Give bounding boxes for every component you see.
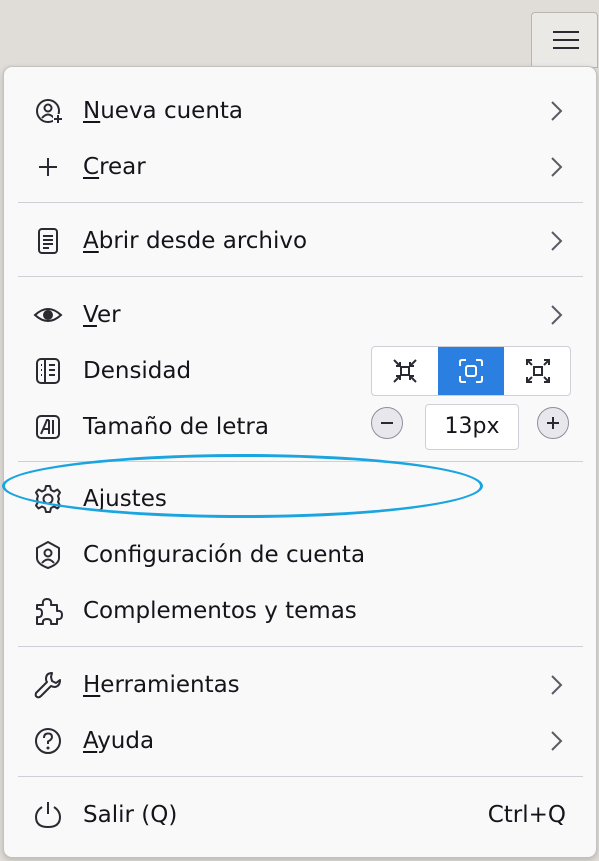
accesskey-char: A — [83, 728, 98, 754]
label-text: yuda — [97, 728, 155, 754]
power-icon — [34, 802, 62, 829]
chevron-right-icon — [551, 731, 563, 751]
menu-item-account-settings[interactable]: Configuración de cuenta — [4, 527, 596, 583]
accesskey-char: N — [83, 98, 101, 124]
accesskey-char: H — [83, 672, 101, 698]
menu-item-new-account[interactable]: Nueva cuenta — [4, 83, 596, 139]
label-text: rear — [99, 154, 146, 180]
menu-item-label: Crear — [83, 139, 146, 195]
label-text: erramientas — [100, 672, 240, 698]
menu-item-create[interactable]: Crear — [4, 139, 596, 195]
chevron-right-icon — [551, 675, 563, 695]
menu-separator — [18, 202, 583, 203]
menu-item-addons[interactable]: Complementos y temas — [4, 583, 596, 639]
menu-item-view[interactable]: Ver — [4, 287, 596, 343]
label-text: brir desde archivo — [98, 228, 308, 254]
menu-item-label: Densidad — [83, 358, 192, 384]
chevron-right-icon — [551, 231, 563, 251]
density-selector — [371, 346, 571, 396]
chevron-right-icon — [551, 157, 563, 177]
document-icon — [38, 228, 58, 254]
menu-item-label: Ayuda — [83, 713, 154, 769]
puzzle-icon — [36, 598, 63, 625]
accesskey-char: C — [83, 154, 100, 180]
menu-separator — [18, 776, 583, 777]
menu-item-label: Configuración de cuenta — [83, 542, 366, 568]
menu-item-help[interactable]: Ayuda — [4, 713, 596, 769]
menu-item-open-file[interactable]: Abrir desde archivo — [4, 213, 596, 269]
hamburger-icon — [553, 31, 579, 49]
relaxed-density-icon — [526, 359, 550, 383]
menu-item-font-size: Tamaño de letra 13px — [4, 399, 596, 455]
density-compact-button[interactable] — [372, 347, 438, 395]
accesskey-char: V — [83, 302, 97, 328]
chevron-right-icon — [551, 305, 563, 325]
wrench-icon — [34, 672, 61, 699]
menu-item-label: Complementos y temas — [83, 598, 357, 624]
menu-separator — [18, 646, 583, 647]
density-normal-button[interactable] — [438, 347, 504, 395]
font-size-decrease-button[interactable] — [371, 407, 403, 439]
menu-item-density: Densidad — [4, 343, 596, 399]
menu-item-label: Salir (Q) — [83, 802, 178, 828]
account-shield-icon — [36, 541, 60, 569]
new-account-icon — [36, 99, 63, 124]
app-menu-button[interactable] — [531, 12, 598, 68]
density-icon — [36, 358, 60, 384]
plus-icon — [39, 158, 57, 176]
density-relaxed-button[interactable] — [505, 347, 570, 395]
menu-separator — [18, 276, 583, 277]
menu-item-label: Nueva cuenta — [83, 83, 243, 139]
eye-icon — [33, 308, 63, 322]
menu-item-quit[interactable]: Salir (Q) Ctrl+Q — [4, 787, 596, 843]
font-size-increase-button[interactable] — [537, 407, 569, 439]
keyboard-shortcut: Ctrl+Q — [487, 802, 566, 828]
font-size-icon — [36, 415, 60, 439]
menu-item-label: Herramientas — [83, 657, 240, 713]
minus-icon — [381, 422, 393, 424]
menu-item-label: Tamaño de letra — [83, 414, 269, 440]
font-size-value: 13px — [425, 404, 519, 450]
highlight-annotation — [2, 454, 483, 518]
plus-icon — [547, 417, 559, 429]
chevron-right-icon — [551, 101, 563, 121]
menu-item-label: Ver — [83, 287, 121, 343]
label-text: ueva cuenta — [100, 98, 244, 124]
label-text: er — [96, 302, 121, 328]
accesskey-char: A — [83, 228, 99, 254]
help-icon — [35, 728, 61, 754]
normal-density-icon — [459, 359, 483, 383]
menu-item-tools[interactable]: Herramientas — [4, 657, 596, 713]
compact-density-icon — [393, 359, 417, 383]
menu-item-label: Abrir desde archivo — [83, 213, 307, 269]
